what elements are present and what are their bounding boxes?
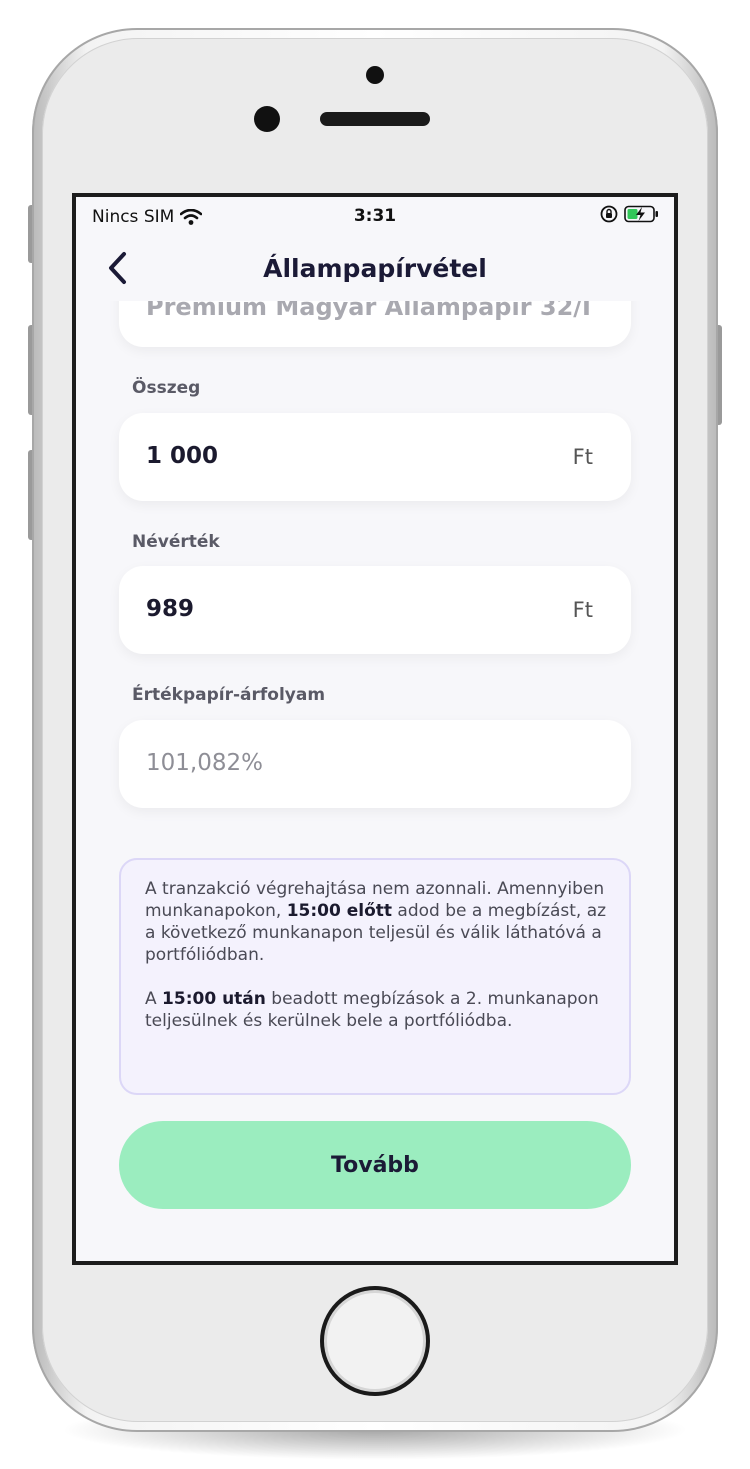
home-button[interactable] — [320, 1286, 430, 1396]
battery-charging-icon — [624, 205, 658, 223]
page-title: Állampapírvétel — [263, 254, 487, 283]
nominal-input[interactable]: 989 Ft — [119, 566, 631, 654]
nominal-unit: Ft — [572, 598, 593, 622]
amount-value: 1 000 — [146, 443, 219, 469]
app-screen: Prémium Magyar Állampapír 32/I Összeg 1 … — [76, 197, 674, 1261]
continue-button[interactable]: Tovább — [119, 1121, 631, 1209]
amount-unit: Ft — [572, 445, 593, 469]
status-icons — [600, 205, 660, 223]
rate-label: Értékpapír-árfolyam — [132, 685, 326, 705]
nominal-value: 989 — [146, 596, 195, 622]
scroll-content[interactable]: Prémium Magyar Állampapír 32/I Összeg 1 … — [76, 197, 674, 1261]
rate-field: 101,082% — [119, 720, 631, 808]
nominal-label: Névérték — [132, 532, 220, 552]
earpiece-speaker — [320, 112, 430, 126]
info-paragraph-2: A 15:00 után beadott megbízások a 2. mun… — [145, 988, 607, 1032]
front-camera — [366, 66, 384, 84]
info-notice: A tranzakció végrehajtása nem azonnali. … — [119, 858, 631, 1095]
status-bar: Nincs SIM 3:31 — [76, 197, 674, 237]
rate-value: 101,082% — [146, 750, 263, 776]
amount-input[interactable]: 1 000 Ft — [119, 413, 631, 501]
info-bold-time: 15:00 előtt — [286, 901, 393, 921]
status-time: 3:31 — [353, 206, 397, 226]
navigation-bar: Állampapírvétel — [76, 237, 674, 301]
info-paragraph-1: A tranzakció végrehajtása nem azonnali. … — [145, 878, 607, 966]
amount-label: Összeg — [132, 378, 201, 398]
orientation-lock-icon — [600, 205, 618, 223]
proximity-sensor — [254, 106, 280, 132]
info-text: A — [145, 989, 163, 1009]
info-bold-time: 15:00 után — [162, 989, 266, 1009]
